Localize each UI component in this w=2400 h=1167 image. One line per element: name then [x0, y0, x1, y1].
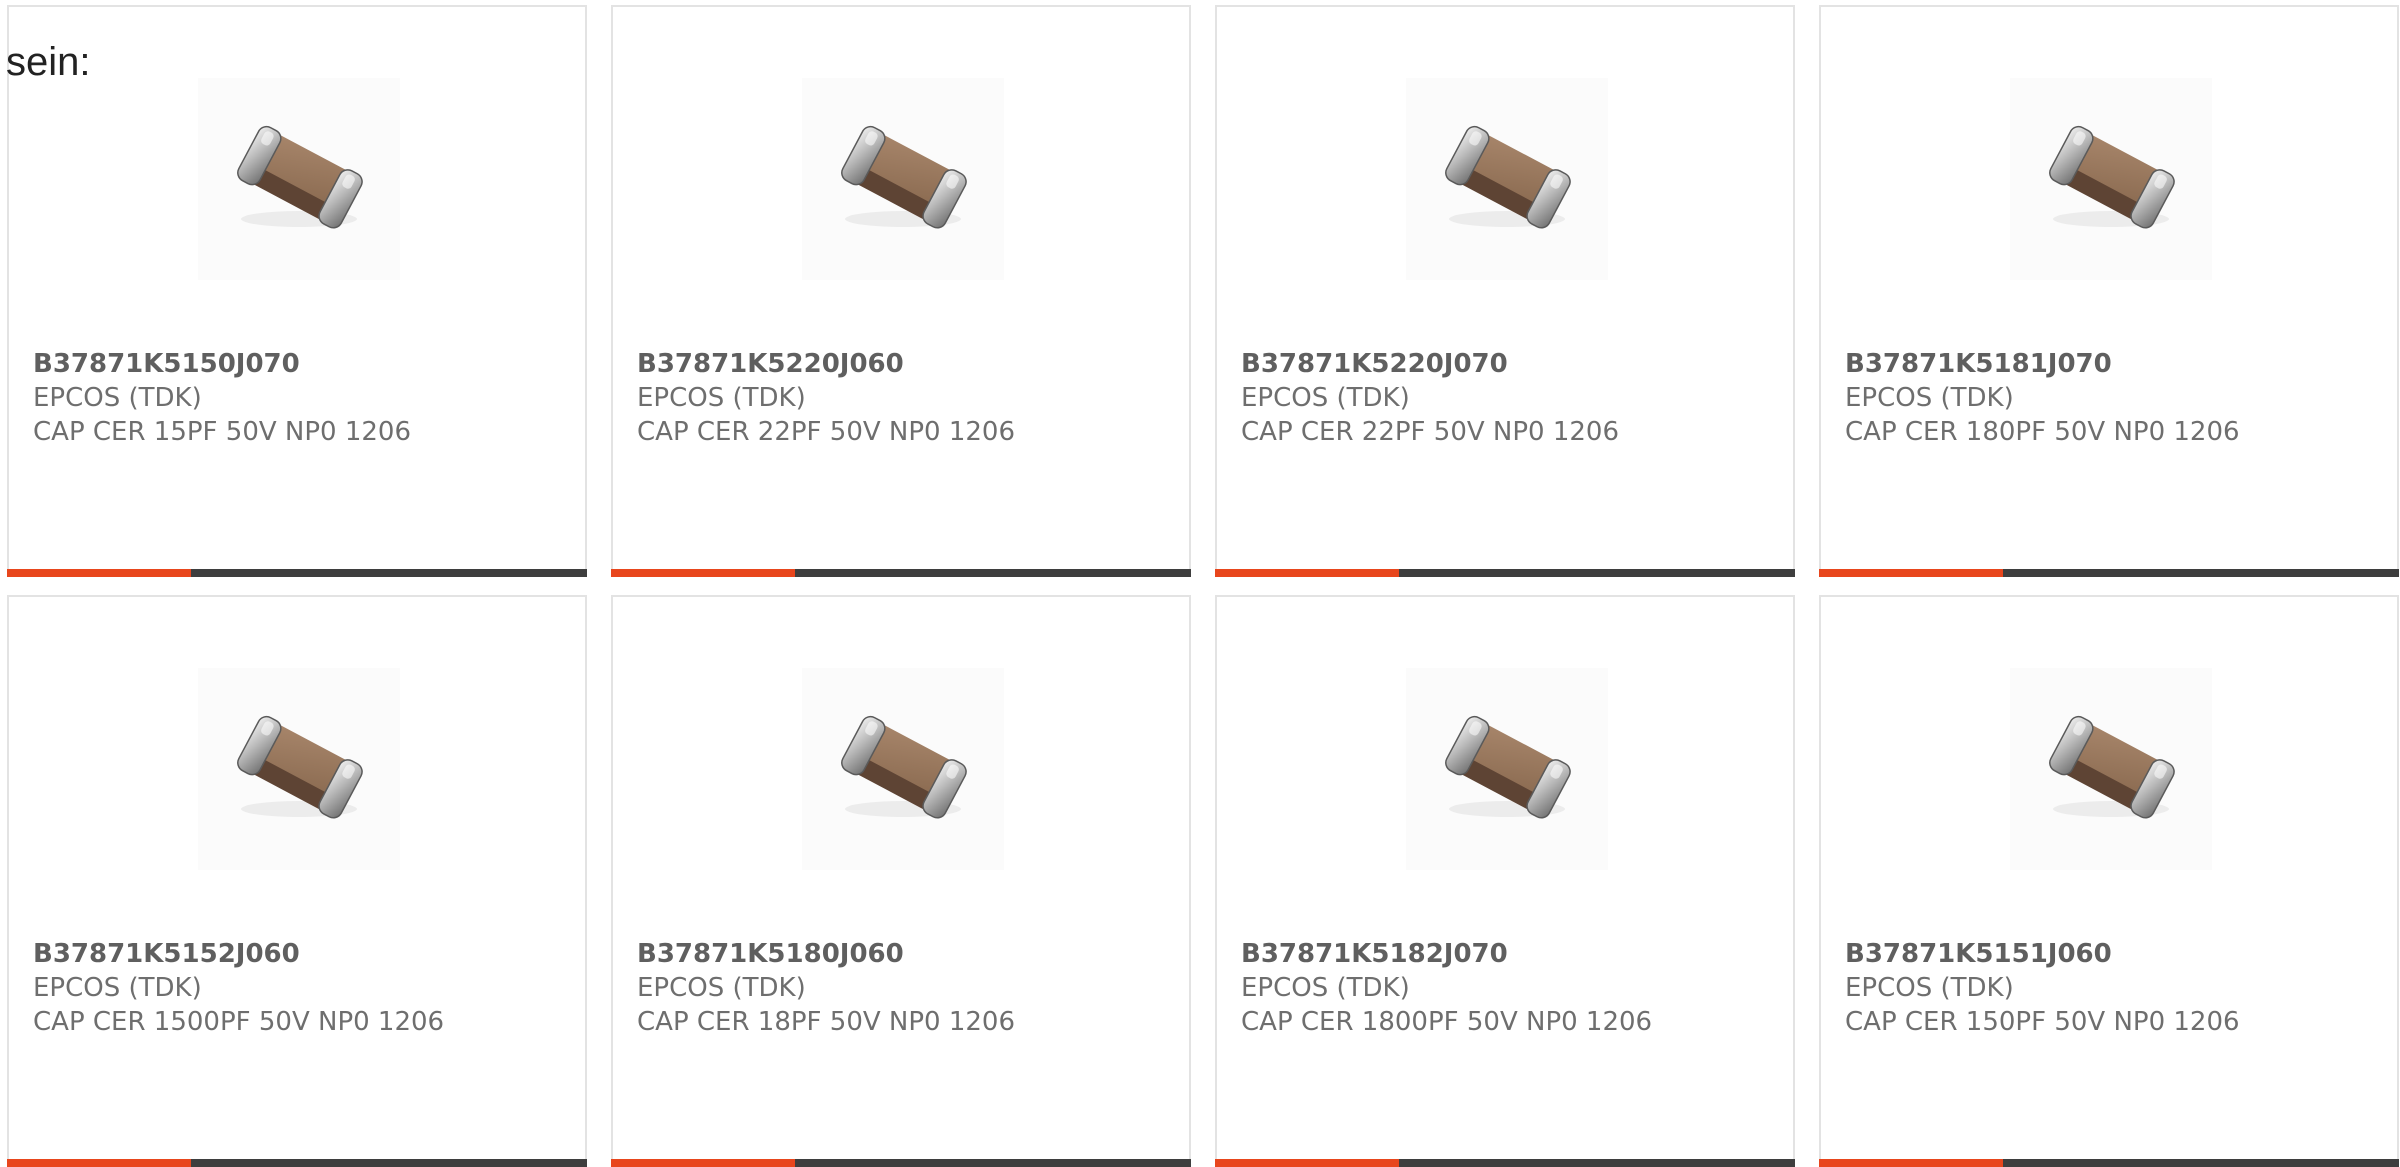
product-card[interactable]: B37871K5151J060 EPCOS (TDK) CAP CER 150P… — [1819, 595, 2399, 1167]
smd-capacitor-icon — [224, 709, 374, 829]
smd-capacitor-icon — [828, 709, 978, 829]
product-card[interactable]: B37871K5220J060 EPCOS (TDK) CAP CER 22PF… — [611, 5, 1191, 577]
card-footer-bar — [1819, 1159, 2399, 1167]
part-number[interactable]: B37871K5151J060 — [1845, 937, 2381, 971]
product-description: CAP CER 22PF 50V NP0 1206 — [1241, 417, 1620, 447]
card-footer-bar — [1215, 569, 1795, 577]
part-number[interactable]: B37871K5152J060 — [33, 937, 569, 971]
card-accent-bar — [1215, 1159, 1399, 1167]
part-number[interactable]: B37871K5182J070 — [1241, 937, 1777, 971]
smd-capacitor-icon — [1432, 709, 1582, 829]
card-footer-bar — [1215, 1159, 1795, 1167]
product-info: B37871K5220J070 EPCOS (TDK) CAP CER 22PF… — [1241, 347, 1777, 449]
part-number[interactable]: B37871K5220J070 — [1241, 347, 1777, 381]
product-card[interactable]: B37871K5220J070 EPCOS (TDK) CAP CER 22PF… — [1215, 5, 1795, 577]
product-description: CAP CER 1800PF 50V NP0 1206 — [1241, 1007, 1653, 1037]
card-footer-bar — [7, 569, 587, 577]
manufacturer: EPCOS (TDK) — [33, 383, 202, 413]
product-image[interactable] — [198, 668, 400, 870]
card-accent-bar — [1819, 569, 2003, 577]
card-footer-bar — [611, 1159, 1191, 1167]
product-card[interactable]: B37871K5152J060 EPCOS (TDK) CAP CER 1500… — [7, 595, 587, 1167]
card-accent-bar — [1819, 1159, 2003, 1167]
product-card[interactable]: B37871K5182J070 EPCOS (TDK) CAP CER 1800… — [1215, 595, 1795, 1167]
product-info: B37871K5150J070 EPCOS (TDK) CAP CER 15PF… — [33, 347, 569, 449]
smd-capacitor-icon — [828, 119, 978, 239]
product-info: B37871K5152J060 EPCOS (TDK) CAP CER 1500… — [33, 937, 569, 1039]
product-image[interactable] — [802, 668, 1004, 870]
product-description: CAP CER 1500PF 50V NP0 1206 — [33, 1007, 445, 1037]
product-description: CAP CER 15PF 50V NP0 1206 — [33, 417, 412, 447]
smd-capacitor-icon — [224, 119, 374, 239]
part-number[interactable]: B37871K5220J060 — [637, 347, 1173, 381]
product-card[interactable]: B37871K5150J070 EPCOS (TDK) CAP CER 15PF… — [7, 5, 587, 577]
product-image[interactable] — [2010, 668, 2212, 870]
card-accent-bar — [1215, 569, 1399, 577]
manufacturer: EPCOS (TDK) — [33, 973, 202, 1003]
manufacturer: EPCOS (TDK) — [637, 383, 806, 413]
manufacturer: EPCOS (TDK) — [1241, 383, 1410, 413]
product-info: B37871K5151J060 EPCOS (TDK) CAP CER 150P… — [1845, 937, 2381, 1039]
card-footer-bar — [611, 569, 1191, 577]
card-footer-bar — [7, 1159, 587, 1167]
smd-capacitor-icon — [2036, 709, 2186, 829]
card-footer-bar — [1819, 569, 2399, 577]
product-image[interactable] — [1406, 668, 1608, 870]
card-accent-bar — [7, 569, 191, 577]
smd-capacitor-icon — [2036, 119, 2186, 239]
product-description: CAP CER 18PF 50V NP0 1206 — [637, 1007, 1016, 1037]
smd-capacitor-icon — [1432, 119, 1582, 239]
manufacturer: EPCOS (TDK) — [1845, 973, 2014, 1003]
product-card[interactable]: B37871K5180J060 EPCOS (TDK) CAP CER 18PF… — [611, 595, 1191, 1167]
product-card[interactable]: B37871K5181J070 EPCOS (TDK) CAP CER 180P… — [1819, 5, 2399, 577]
product-info: B37871K5181J070 EPCOS (TDK) CAP CER 180P… — [1845, 347, 2381, 449]
product-image[interactable] — [802, 78, 1004, 280]
product-image[interactable] — [198, 78, 400, 280]
product-image[interactable] — [2010, 78, 2212, 280]
manufacturer: EPCOS (TDK) — [1845, 383, 2014, 413]
part-number[interactable]: B37871K5150J070 — [33, 347, 569, 381]
product-image[interactable] — [1406, 78, 1608, 280]
product-info: B37871K5180J060 EPCOS (TDK) CAP CER 18PF… — [637, 937, 1173, 1039]
card-accent-bar — [7, 1159, 191, 1167]
card-accent-bar — [611, 569, 795, 577]
manufacturer: EPCOS (TDK) — [1241, 973, 1410, 1003]
part-number[interactable]: B37871K5181J070 — [1845, 347, 2381, 381]
product-description: CAP CER 22PF 50V NP0 1206 — [637, 417, 1016, 447]
product-grid: B37871K5150J070 EPCOS (TDK) CAP CER 15PF… — [7, 5, 2399, 1167]
part-number[interactable]: B37871K5180J060 — [637, 937, 1173, 971]
product-description: CAP CER 180PF 50V NP0 1206 — [1845, 417, 2240, 447]
product-info: B37871K5182J070 EPCOS (TDK) CAP CER 1800… — [1241, 937, 1777, 1039]
product-info: B37871K5220J060 EPCOS (TDK) CAP CER 22PF… — [637, 347, 1173, 449]
manufacturer: EPCOS (TDK) — [637, 973, 806, 1003]
intro-text: sein: — [6, 40, 91, 84]
card-accent-bar — [611, 1159, 795, 1167]
product-description: CAP CER 150PF 50V NP0 1206 — [1845, 1007, 2240, 1037]
